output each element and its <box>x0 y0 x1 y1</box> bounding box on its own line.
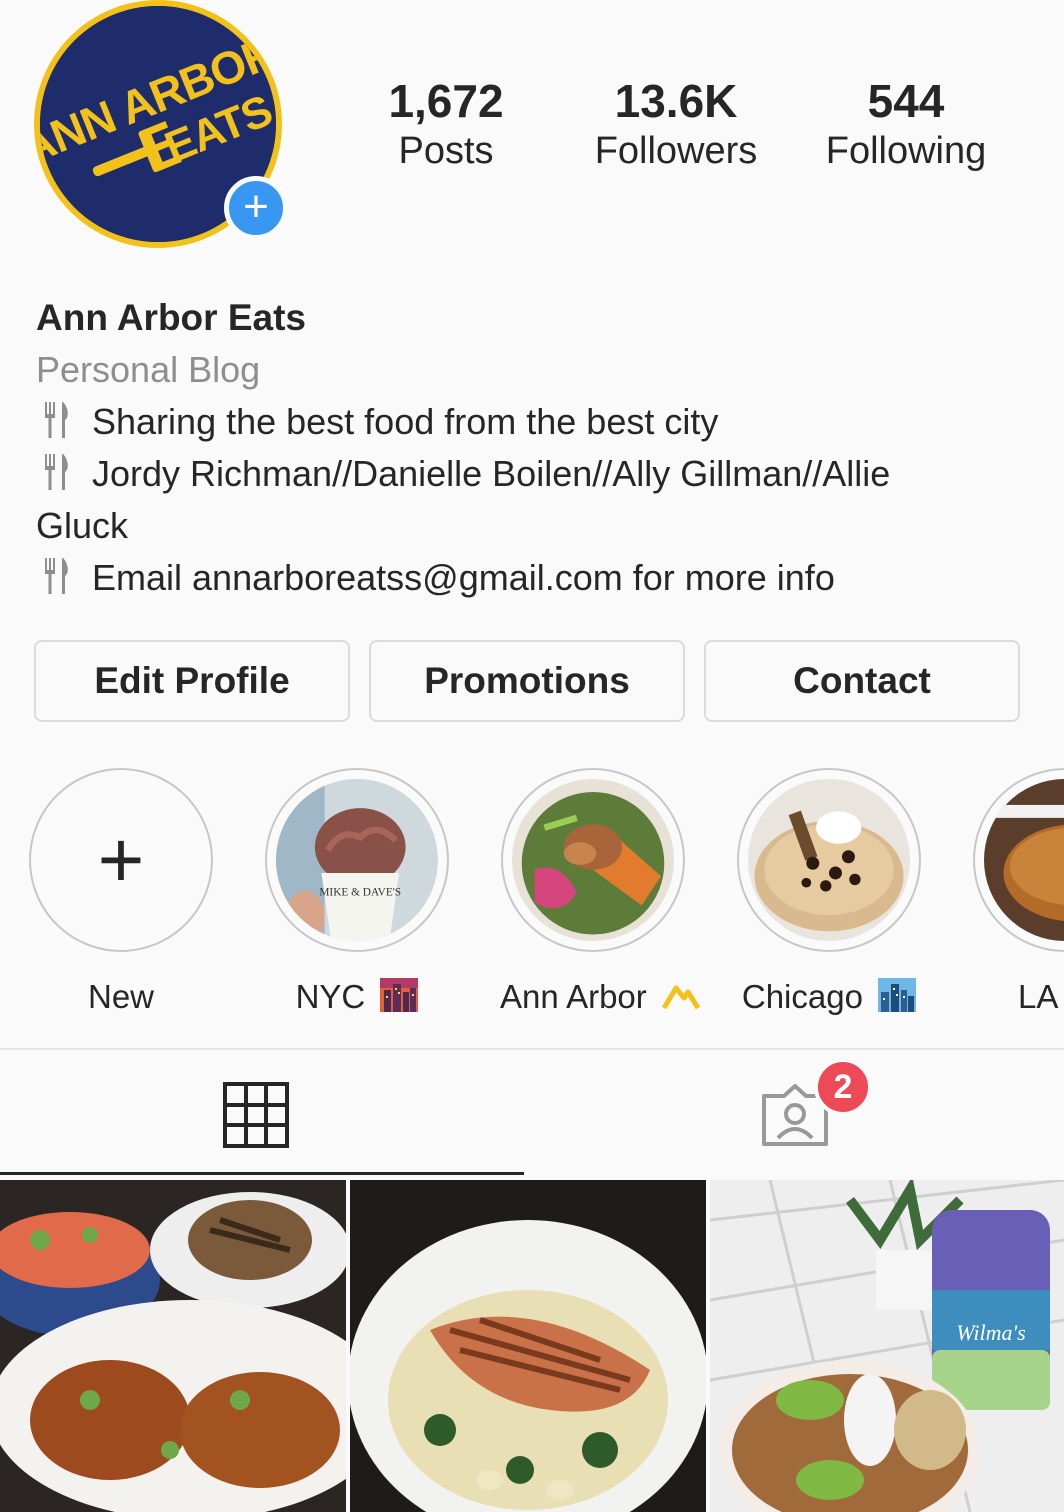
ice-cream-image: MIKE & DAVE'S <box>276 779 438 941</box>
contact-button[interactable]: Contact <box>704 640 1020 722</box>
cup-text: MIKE & DAVE'S <box>319 887 401 899</box>
highlight-label-text: Chicago <box>741 978 863 1015</box>
photo-image <box>0 1180 346 1512</box>
highlight-ring[interactable]: MIKE & DAVE'S <box>265 768 449 952</box>
highlight-nyc[interactable]: MIKE & DAVE'S NYC <box>264 768 450 1016</box>
highlight-label: NYC <box>264 978 450 1016</box>
tagged-notification-badge: 2 <box>814 1058 872 1116</box>
bio-line-1: Sharing the best food from the best city <box>36 396 1046 448</box>
salad-bowl-image <box>512 779 674 941</box>
grid-photo-salmon-gnocchi[interactable] <box>350 1180 706 1512</box>
posts-stat[interactable]: 1,672 Posts <box>336 74 556 174</box>
fork-and-knife-icon <box>45 402 68 438</box>
highlight-label: New <box>87 978 155 1015</box>
profile-bio: Ann Arbor Eats Personal Blog Sharing the… <box>36 292 1046 604</box>
highlight-la[interactable]: LA <box>972 768 1064 1016</box>
highlight-label: Ann Arbor <box>500 978 700 1016</box>
bio-line-2: Jordy Richman//Danielle Boilen//Ally Gil… <box>36 448 1046 500</box>
highlight-cover <box>748 779 910 941</box>
bio-line-1-text: Sharing the best food from the best city <box>92 401 719 442</box>
grid-photo-smoothie-bowl[interactable]: Wilma's <box>710 1180 1064 1512</box>
city-sunset-emoji <box>380 978 419 1012</box>
edit-profile-button[interactable]: Edit Profile <box>34 640 350 722</box>
highlight-label-text: Ann Arbor <box>500 978 647 1015</box>
bio-line-3: Email annarboreatss@gmail.com for more i… <box>36 552 1046 604</box>
highlight-label: Chicago <box>736 978 922 1016</box>
posts-label: Posts <box>398 130 494 172</box>
bio-line-2-text: Jordy Richman//Danielle Boilen//Ally Gil… <box>92 453 891 494</box>
highlight-new-ring[interactable]: + <box>29 768 213 952</box>
promotions-button[interactable]: Promotions <box>369 640 685 722</box>
highlight-label-text: NYC <box>295 978 366 1015</box>
cityscape-emoji <box>878 978 917 1012</box>
photo-image: Wilma's <box>710 1180 1064 1512</box>
fork-and-knife-icon <box>45 558 68 594</box>
followers-stat[interactable]: 13.6K Followers <box>566 74 786 174</box>
highlight-chicago[interactable]: Chicago <box>736 768 922 1016</box>
followers-count: 13.6K <box>614 75 738 127</box>
highlight-ring[interactable] <box>737 768 921 952</box>
wilmas-text: Wilma's <box>956 1320 1026 1345</box>
highlight-ann-arbor[interactable]: Ann Arbor <box>500 768 700 1016</box>
pancake-stack-image <box>984 779 1064 941</box>
posts-count: 1,672 <box>388 75 504 127</box>
profile-tabs <box>0 1048 1064 1178</box>
following-stat[interactable]: 544 Following <box>796 74 1016 174</box>
active-tab-indicator <box>0 1172 524 1175</box>
grid-photo-poke-bowl[interactable] <box>0 1180 346 1512</box>
highlight-cover <box>984 779 1064 941</box>
highlight-new[interactable]: + New <box>28 768 214 1016</box>
profile-name: Ann Arbor Eats <box>36 297 306 338</box>
highlight-ring[interactable] <box>501 768 685 952</box>
mountain-emoji <box>661 985 700 1010</box>
plus-icon: + <box>97 815 145 904</box>
highlight-cover: MIKE & DAVE'S <box>276 779 438 941</box>
fork-and-knife-icon <box>45 454 68 490</box>
highlight-ring[interactable] <box>973 768 1064 952</box>
grid-icon[interactable] <box>223 1082 289 1148</box>
bio-line-2-cont: Gluck <box>36 505 129 546</box>
highlight-cover <box>512 779 674 941</box>
profile-page: ANN ARBOR EATS + 1,672 Posts 13.6K Follo… <box>0 0 1064 1512</box>
profile-category: Personal Blog <box>36 349 261 390</box>
photo-image <box>350 1180 706 1512</box>
highlight-label: LA <box>1018 978 1059 1015</box>
pancakes-image <box>748 779 910 941</box>
following-count: 544 <box>867 75 945 127</box>
add-story-button[interactable]: + <box>224 176 288 240</box>
following-label: Following <box>825 130 987 172</box>
bio-line-3-text[interactable]: Email annarboreatss@gmail.com for more i… <box>92 557 835 598</box>
followers-label: Followers <box>594 130 758 172</box>
